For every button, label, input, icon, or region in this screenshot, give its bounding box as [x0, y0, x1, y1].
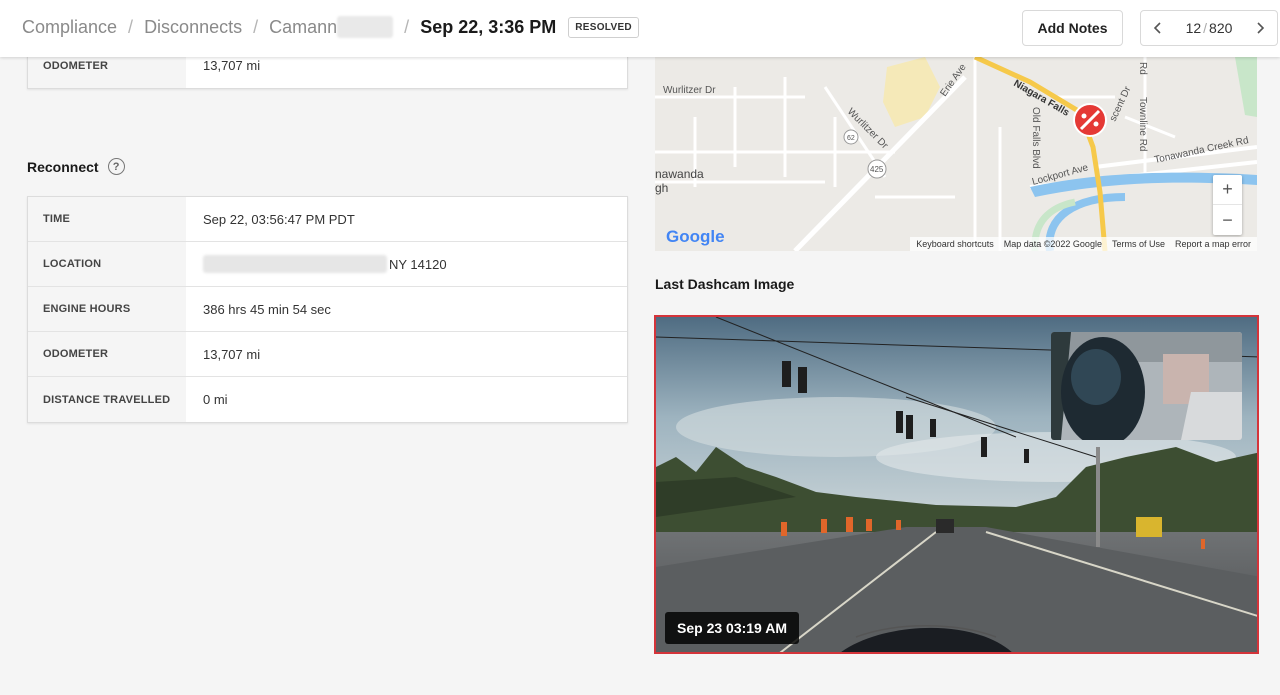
- map-label: Townline Rd: [1137, 97, 1148, 151]
- row-label: LOCATION: [28, 242, 186, 286]
- row-label: TIME: [28, 197, 186, 241]
- chevron-right-icon[interactable]: [1243, 11, 1277, 45]
- map-label: gh: [655, 181, 668, 195]
- row-value-location: NY 14120: [186, 242, 627, 286]
- breadcrumb-separator: /: [404, 16, 410, 37]
- report-error-link[interactable]: Report a map error: [1175, 239, 1251, 249]
- question-circle-icon[interactable]: ?: [107, 158, 125, 175]
- dashcam-title: Last Dashcam Image: [655, 276, 795, 292]
- pager-slash: /: [1203, 20, 1208, 36]
- map-canvas: Wurlitzer Dr Wurlitzer Dr Erie Ave Niaga…: [655, 57, 1257, 251]
- google-logo: Google: [666, 227, 725, 247]
- breadcrumb: Compliance / Disconnects / Camann / Sep …: [22, 16, 639, 38]
- zoom-in-button[interactable]: +: [1213, 175, 1242, 205]
- breadcrumb-compliance[interactable]: Compliance: [22, 17, 117, 38]
- add-notes-button[interactable]: Add Notes: [1022, 10, 1123, 46]
- redacted-name: [337, 16, 394, 38]
- google-logo-text: Google: [666, 227, 725, 246]
- dashcam-timestamp: Sep 23 03:19 AM: [665, 612, 799, 644]
- map-label: 425: [870, 165, 884, 174]
- page-title: Sep 22, 3:36 PM: [420, 16, 557, 37]
- map-label: Wurlitzer Dr: [663, 85, 716, 96]
- breadcrumb-separator: /: [128, 16, 134, 37]
- pager-total: 820: [1209, 20, 1233, 36]
- zoom-out-button[interactable]: −: [1213, 205, 1242, 235]
- dashcam-image[interactable]: Sep 23 03:19 AM: [654, 315, 1259, 654]
- redacted-address: [203, 255, 387, 273]
- chevron-left-icon[interactable]: [1141, 11, 1175, 45]
- row-value: Sep 22, 03:56:47 PM PDT: [203, 211, 355, 227]
- map-label: Rd: [1137, 62, 1148, 75]
- location-map[interactable]: Wurlitzer Dr Wurlitzer Dr Erie Ave Niaga…: [655, 57, 1257, 251]
- breadcrumb-separator: /: [253, 16, 259, 37]
- reconnect-heading: Reconnect ?: [27, 158, 125, 175]
- reconnect-title: Reconnect: [27, 158, 99, 175]
- reconnect-table: TIME Sep 22, 03:56:47 PM PDT LOCATION NY…: [27, 196, 628, 423]
- terms-link[interactable]: Terms of Use: [1112, 239, 1165, 249]
- map-label: nawanda: [655, 167, 704, 181]
- pager-current: 12: [1185, 20, 1202, 36]
- breadcrumb-driver[interactable]: Camann: [269, 17, 337, 38]
- map-attribution: Keyboard shortcuts Map data ©2022 Google…: [910, 237, 1257, 251]
- row-label: ENGINE HOURS: [28, 287, 186, 331]
- map-label: 62: [847, 135, 855, 142]
- pager-count: 12/820: [1175, 20, 1243, 36]
- location-text: NY 14120: [389, 256, 447, 272]
- breadcrumb-disconnects[interactable]: Disconnects: [144, 17, 242, 38]
- row-label: DISTANCE TRAVELLED: [28, 377, 186, 422]
- map-zoom-control: + −: [1213, 175, 1242, 235]
- row-value: 0 mi: [203, 392, 228, 407]
- table-row: LOCATION NY 14120: [28, 242, 627, 287]
- map-data-text: Map data ©2022 Google: [1003, 239, 1102, 249]
- table-row: DISTANCE TRAVELLED 0 mi: [28, 377, 627, 422]
- page-header: Compliance / Disconnects / Camann / Sep …: [0, 0, 1280, 57]
- row-value: 13,707 mi: [203, 346, 261, 362]
- status-badge: RESOLVED: [568, 16, 639, 38]
- table-row: ENGINE HOURS 386 hrs 45 min 54 sec: [28, 287, 627, 332]
- map-label: Old Falls Blvd: [1030, 107, 1041, 169]
- keyboard-shortcuts-link[interactable]: Keyboard shortcuts: [916, 239, 994, 249]
- cabin-scene: [1051, 332, 1242, 440]
- pager: 12/820: [1140, 10, 1278, 46]
- row-label: ODOMETER: [28, 332, 186, 376]
- table-row: TIME Sep 22, 03:56:47 PM PDT: [28, 197, 627, 242]
- cabin-camera-inset: [1051, 332, 1242, 440]
- table-row: ODOMETER 13,707 mi: [28, 332, 627, 377]
- row-value: 386 hrs 45 min 54 sec: [203, 301, 331, 317]
